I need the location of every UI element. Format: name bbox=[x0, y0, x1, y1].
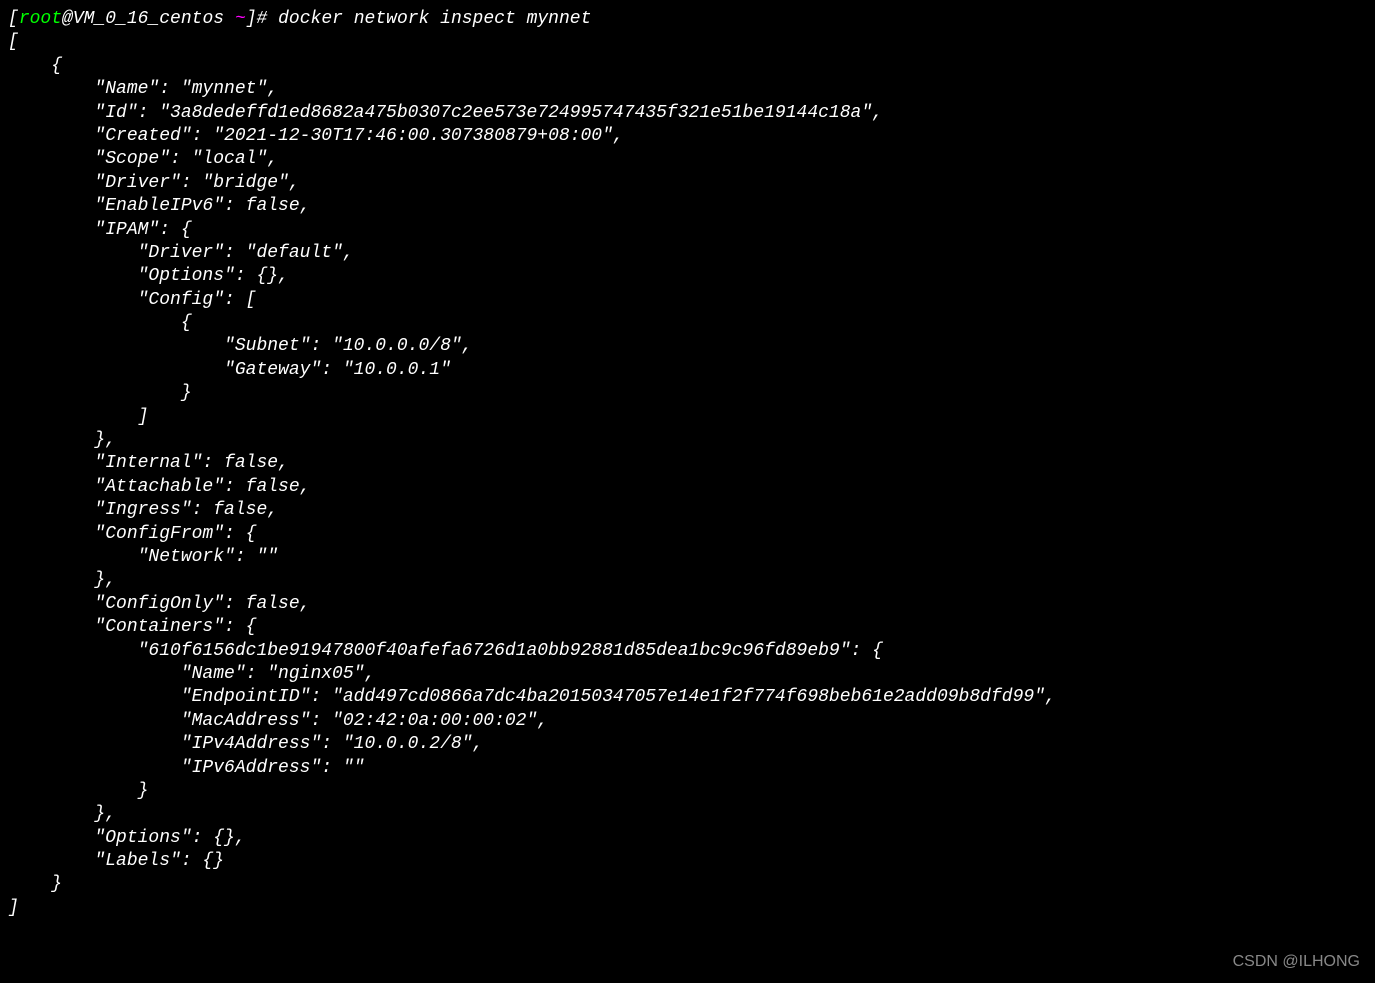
output-line-26: "Containers": { bbox=[8, 616, 1367, 639]
prompt-user: root bbox=[19, 9, 62, 29]
output-line-11: "Options": {}, bbox=[8, 265, 1367, 288]
output-line-19: "Internal": false, bbox=[8, 452, 1367, 475]
output-line-30: "MacAddress": "02:42:0a:00:00:02", bbox=[8, 710, 1367, 733]
output-line-32: "IPv6Address": "" bbox=[8, 757, 1367, 780]
output-line-31: "IPv4Address": "10.0.0.2/8", bbox=[8, 733, 1367, 756]
output-line-29: "EndpointID": "add497cd0866a7dc4ba201503… bbox=[8, 686, 1367, 709]
output-line-23: "Network": "" bbox=[8, 546, 1367, 569]
output-line-36: "Labels": {} bbox=[8, 850, 1367, 873]
output-line-12: "Config": [ bbox=[8, 289, 1367, 312]
output-line-8: "EnableIPv6": false, bbox=[8, 195, 1367, 218]
command-text: docker network inspect mynnet bbox=[278, 9, 591, 29]
watermark: CSDN @ILHONG bbox=[1233, 952, 1360, 973]
output-line-21: "Ingress": false, bbox=[8, 499, 1367, 522]
prompt-line: [root@VM_0_16_centos ~]# docker network … bbox=[8, 8, 1367, 31]
terminal-window[interactable]: [root@VM_0_16_centos ~]# docker network … bbox=[8, 8, 1367, 920]
output-line-28: "Name": "nginx05", bbox=[8, 663, 1367, 686]
output-line-20: "Attachable": false, bbox=[8, 476, 1367, 499]
output-line-18: }, bbox=[8, 429, 1367, 452]
output-line-2: { bbox=[8, 55, 1367, 78]
output-line-4: "Id": "3a8dedeffd1ed8682a475b0307c2ee573… bbox=[8, 102, 1367, 125]
output-line-14: "Subnet": "10.0.0.0/8", bbox=[8, 335, 1367, 358]
output-line-15: "Gateway": "10.0.0.1" bbox=[8, 359, 1367, 382]
output-line-6: "Scope": "local", bbox=[8, 148, 1367, 171]
output-line-35: "Options": {}, bbox=[8, 827, 1367, 850]
output-line-3: "Name": "mynnet", bbox=[8, 78, 1367, 101]
output-line-1: [ bbox=[8, 31, 1367, 54]
output-line-27: "610f6156dc1be91947800f40afefa6726d1a0bb… bbox=[8, 640, 1367, 663]
output-line-5: "Created": "2021-12-30T17:46:00.30738087… bbox=[8, 125, 1367, 148]
output-line-25: "ConfigOnly": false, bbox=[8, 593, 1367, 616]
output-line-17: ] bbox=[8, 406, 1367, 429]
output-line-22: "ConfigFrom": { bbox=[8, 523, 1367, 546]
output-line-10: "Driver": "default", bbox=[8, 242, 1367, 265]
prompt-open-bracket: [ bbox=[8, 9, 19, 29]
prompt-tilde: ~ bbox=[235, 9, 246, 29]
prompt-close-bracket: ] bbox=[246, 9, 257, 29]
output-line-16: } bbox=[8, 382, 1367, 405]
prompt-at: @ bbox=[62, 9, 73, 29]
prompt-hash: # bbox=[257, 9, 279, 29]
output-line-33: } bbox=[8, 780, 1367, 803]
output-line-13: { bbox=[8, 312, 1367, 335]
output-line-9: "IPAM": { bbox=[8, 219, 1367, 242]
output-line-38: ] bbox=[8, 897, 1367, 920]
output-line-24: }, bbox=[8, 569, 1367, 592]
prompt-host: VM_0_16_centos bbox=[73, 9, 224, 29]
prompt-space bbox=[224, 9, 235, 29]
output-line-34: }, bbox=[8, 803, 1367, 826]
output-line-7: "Driver": "bridge", bbox=[8, 172, 1367, 195]
output-line-37: } bbox=[8, 873, 1367, 896]
